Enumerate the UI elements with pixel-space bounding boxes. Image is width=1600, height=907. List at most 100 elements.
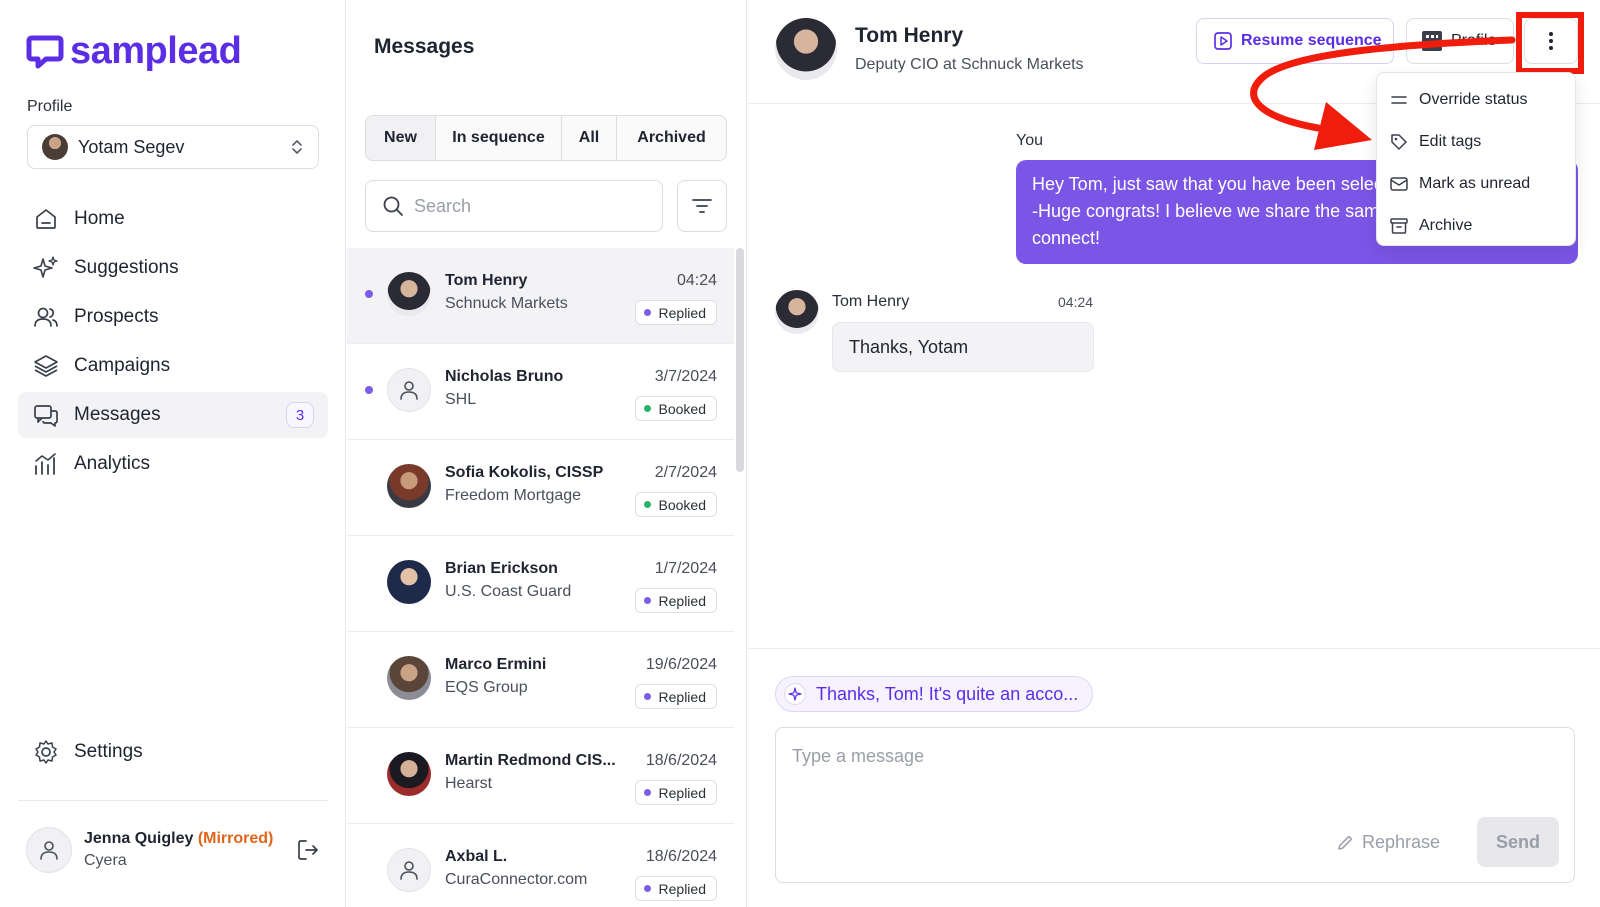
thread-company: U.S. Coast Guard: [445, 583, 572, 600]
sparkle-icon: [784, 683, 806, 705]
user-icon: [400, 381, 418, 400]
options-dropdown-menu: Override status Edit tags Mark as unread…: [1376, 72, 1576, 246]
thread-company: CuraConnector.com: [445, 871, 588, 888]
incoming-message: Thanks, Yotam: [832, 322, 1094, 372]
nav-label: Prospects: [74, 306, 159, 327]
menu-item-mark-as-unread[interactable]: Mark as unread: [1377, 163, 1575, 205]
status-label: Replied: [658, 880, 706, 897]
filter-button[interactable]: [677, 180, 727, 232]
composer-divider: [748, 648, 1600, 649]
nav-item-home[interactable]: Home: [18, 196, 328, 242]
send-button[interactable]: Send: [1477, 817, 1559, 867]
thread-item[interactable]: Axbal L. CuraConnector.com 18/6/2024 Rep…: [347, 824, 734, 907]
thread-avatar: [387, 560, 431, 604]
contact-avatar[interactable]: [775, 18, 837, 80]
status-badge: Booked: [634, 492, 717, 517]
menu-item-label: Archive: [1419, 217, 1473, 234]
thread-list-scrollbar[interactable]: [736, 248, 744, 472]
status-dot: [643, 501, 651, 508]
nav-label: Messages: [74, 404, 161, 425]
logout-icon: [298, 840, 318, 860]
tab-new[interactable]: New: [366, 116, 436, 160]
composer-placeholder: Type a message: [792, 746, 925, 766]
app-window: samplead Profile Yotam Segev Home Sugges…: [0, 0, 1600, 907]
user-company: Cyera: [84, 852, 127, 869]
rephrase-button[interactable]: Rephrase: [1336, 832, 1440, 853]
thread-item[interactable]: Sofia Kokolis, CISSP Freedom Mortgage 2/…: [347, 440, 734, 536]
user-icon: [40, 841, 58, 860]
nav-label: Campaigns: [74, 355, 171, 376]
contact-title: Deputy CIO at Schnuck Markets: [855, 56, 1084, 73]
message-filter-tabs: New In sequence All Archived: [365, 115, 727, 161]
menu-item-override-status[interactable]: Override status: [1377, 79, 1575, 121]
tab-archived[interactable]: Archived: [617, 116, 726, 160]
thread-avatar: [387, 464, 431, 508]
analytics-icon: [32, 450, 60, 478]
thread-list: Tom Henry Schnuck Markets 04:24 Replied …: [347, 248, 734, 907]
thread-avatar: [387, 272, 431, 316]
incoming-avatar: [775, 290, 819, 334]
status-label: Booked: [658, 400, 706, 417]
thread-company: Schnuck Markets: [445, 295, 568, 312]
nav-label: Settings: [74, 741, 143, 762]
nav-item-prospects[interactable]: Prospects: [18, 294, 328, 340]
nav-item-campaigns[interactable]: Campaigns: [18, 343, 328, 389]
incoming-sender-name: Tom Henry: [832, 293, 910, 310]
profile-button[interactable]: Profile: [1406, 18, 1514, 64]
thread-item[interactable]: Brian Erickson U.S. Coast Guard 1/7/2024…: [347, 536, 734, 632]
thread-date: 18/6/2024: [645, 752, 717, 769]
nav-item-messages[interactable]: Messages 3: [18, 392, 328, 438]
menu-item-label: Override status: [1419, 91, 1528, 108]
status-dot: [643, 885, 651, 892]
messages-list-panel: Messages New In sequence All Archived Se…: [347, 0, 747, 907]
thread-name: Sofia Kokolis, CISSP: [445, 464, 604, 481]
thread-date: 18/6/2024: [645, 848, 717, 865]
thread-name: Tom Henry: [445, 272, 528, 289]
thread-name: Brian Erickson: [445, 560, 558, 577]
sidebar-divider: [18, 800, 328, 801]
brand-name: samplead: [70, 30, 242, 72]
current-user: Jenna Quigley (Mirrored) Cyera: [26, 824, 322, 876]
pencil-icon: [1338, 835, 1352, 850]
status-dot: [643, 597, 651, 604]
sidebar: samplead Profile Yotam Segev Home Sugges…: [0, 0, 346, 907]
nav-item-suggestions[interactable]: Suggestions: [18, 245, 328, 291]
profile-selector[interactable]: Yotam Segev: [27, 125, 319, 169]
status-badge: Booked: [634, 396, 717, 421]
contact-name: Tom Henry: [855, 24, 964, 47]
logout-button[interactable]: [294, 836, 322, 864]
samplead-logo[interactable]: samplead: [26, 30, 242, 73]
sparkles-icon: [32, 254, 60, 282]
thread-item[interactable]: Martin Redmond CIS... Hearst 18/6/2024 R…: [347, 728, 734, 824]
thread-item[interactable]: Nicholas Bruno SHL 3/7/2024 Booked: [347, 344, 734, 440]
message-composer[interactable]: Type a message Rephrase Send: [775, 727, 1575, 883]
search-input[interactable]: Search: [365, 180, 663, 232]
thread-company: EQS Group: [445, 679, 528, 696]
nav-label: Analytics: [74, 453, 151, 474]
menu-item-label: Mark as unread: [1419, 175, 1531, 192]
thread-name: Axbal L.: [445, 848, 508, 865]
user-name: Jenna Quigley: [84, 830, 194, 847]
menu-item-archive[interactable]: Archive: [1377, 205, 1575, 247]
status-dot: [643, 405, 651, 412]
thread-date: 19/6/2024: [645, 656, 717, 673]
profile-name: Yotam Segev: [78, 136, 185, 157]
menu-item-edit-tags[interactable]: Edit tags: [1377, 121, 1575, 163]
thread-item[interactable]: Marco Ermini EQS Group 19/6/2024 Replied: [347, 632, 734, 728]
building-icon: [1422, 31, 1442, 51]
thread-item[interactable]: Tom Henry Schnuck Markets 04:24 Replied: [347, 248, 734, 344]
tab-in-sequence[interactable]: In sequence: [436, 116, 562, 160]
nav-item-settings[interactable]: Settings: [18, 729, 328, 775]
ai-reply-suggestion[interactable]: Thanks, Tom! It's quite an acco...: [775, 676, 1094, 712]
resume-sequence-button[interactable]: Resume sequence: [1196, 18, 1394, 64]
users-icon: [32, 303, 60, 331]
nav-item-analytics[interactable]: Analytics: [18, 441, 328, 487]
tab-all[interactable]: All: [562, 116, 617, 160]
play-icon: [1214, 32, 1232, 50]
thread-date: 04:24: [676, 272, 717, 289]
status-badge: Replied: [634, 300, 717, 325]
thread-date: 2/7/2024: [654, 464, 717, 481]
status-dot: [643, 309, 651, 316]
chat-icon: [32, 401, 60, 429]
tag-icon: [1389, 133, 1409, 151]
